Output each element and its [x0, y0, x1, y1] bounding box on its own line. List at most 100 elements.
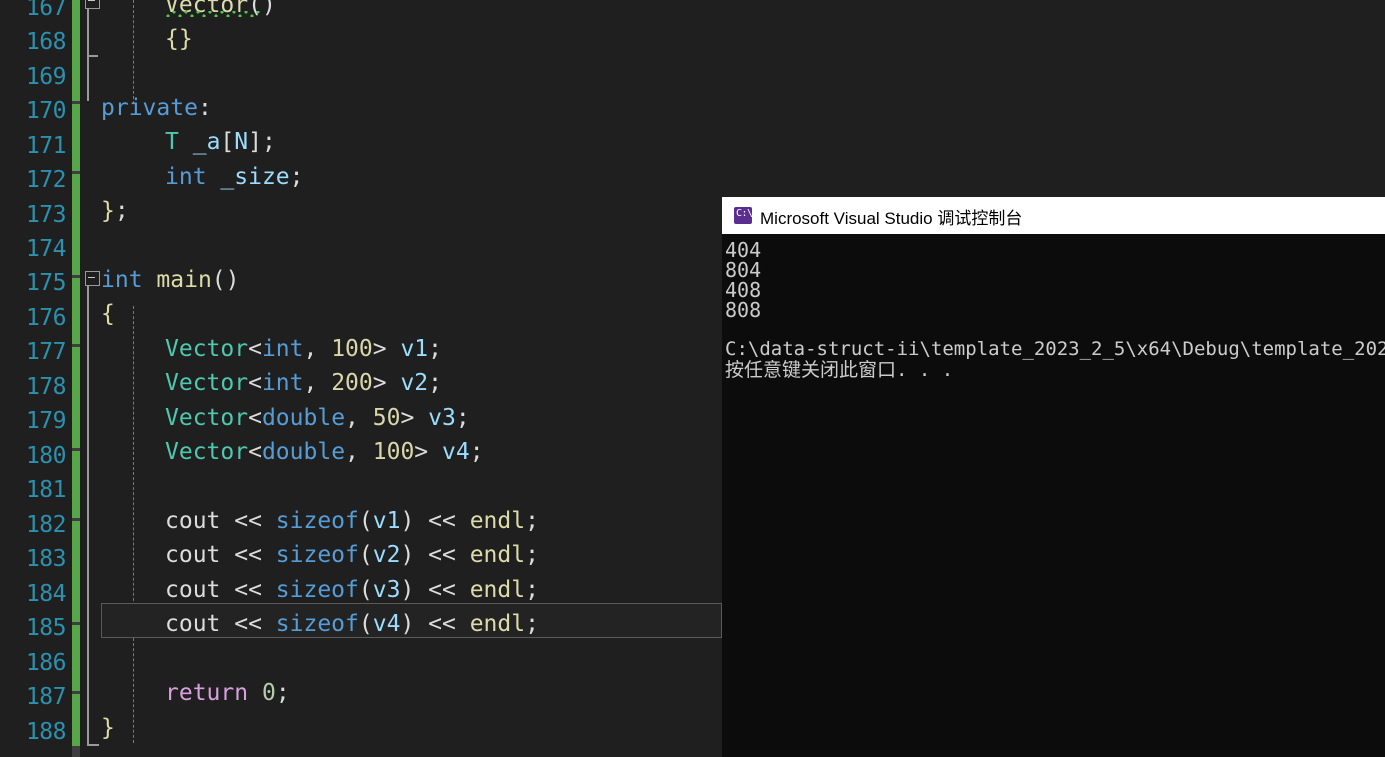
console-output-line: 404	[725, 238, 762, 262]
code-token-zero: 0	[261, 680, 276, 706]
code-token-int: int	[261, 370, 304, 396]
change-marker	[72, 104, 80, 171]
line-number: 187	[25, 684, 67, 710]
code-token-semicolon: ;	[428, 336, 443, 362]
code-line-182[interactable]: cout << sizeof(v1) << endl;	[165, 504, 539, 539]
console-output-area[interactable]: 404 804 408 808 C:\data-struct-ii\templa…	[722, 234, 1385, 757]
code-token-semicolon: ;	[289, 164, 304, 190]
line-number: 184	[25, 581, 67, 607]
code-token-sizeof: sizeof	[275, 508, 359, 534]
line-number: 169	[25, 64, 67, 90]
code-line-170[interactable]: private:	[101, 91, 212, 126]
code-token-paren-close: )	[400, 611, 429, 637]
code-line-187[interactable]: return 0;	[165, 676, 290, 711]
code-token-semicolon: ;	[455, 405, 470, 431]
indent-guide	[133, 0, 134, 104]
fold-collapse-icon[interactable]	[85, 0, 100, 9]
code-token-100: 100	[372, 439, 415, 465]
code-line-183[interactable]: cout << sizeof(v2) << endl;	[165, 538, 539, 573]
code-token-shift: <<	[428, 611, 470, 637]
code-token-100: 100	[331, 336, 373, 362]
code-line-179[interactable]: Vector<double, 50> v3;	[165, 401, 470, 436]
code-line-180[interactable]: Vector<double, 100> v4;	[165, 435, 484, 470]
code-line-188[interactable]: }	[101, 711, 115, 746]
code-line-172[interactable]: int _size;	[165, 160, 304, 195]
line-number: 183	[25, 546, 67, 572]
change-tracking-bar	[72, 0, 80, 757]
code-token-semicolon: ;	[275, 680, 290, 706]
line-number: 179	[25, 408, 67, 434]
code-token-angle-open: <	[248, 336, 262, 362]
code-token-angle-close: >	[400, 405, 429, 431]
debug-console-window[interactable]: C:\ Microsoft Visual Studio 调试控制台 404 80…	[722, 197, 1385, 757]
change-marker	[72, 278, 80, 344]
change-marker	[72, 0, 80, 101]
console-title-bar[interactable]: C:\ Microsoft Visual Studio 调试控制台	[722, 197, 1385, 234]
line-number: 177	[25, 339, 67, 365]
code-token-endl: endl	[469, 542, 526, 568]
code-token-v3: v3	[372, 577, 401, 603]
code-token-comma: ,	[345, 439, 373, 465]
line-number: 185	[25, 615, 67, 641]
code-token-semicolon: ;	[525, 508, 539, 534]
structure-guide-foot	[87, 744, 99, 746]
code-token-return: return	[165, 680, 249, 706]
code-token-braces: {}	[165, 26, 193, 52]
code-line-171[interactable]: T _a[N];	[165, 125, 276, 160]
code-line-176[interactable]: {	[101, 297, 115, 332]
line-number: 176	[25, 305, 67, 331]
code-token-v4: v4	[372, 611, 401, 637]
code-line-168[interactable]: {}	[165, 22, 193, 57]
console-icon-label: C:\	[736, 208, 753, 219]
code-token-double: double	[261, 439, 346, 465]
change-marker	[72, 625, 80, 691]
code-token-Vector: Vector	[165, 336, 249, 362]
code-token-v2: v2	[400, 370, 429, 396]
code-token-semicolon: ;	[114, 198, 129, 224]
code-token-angle-close: >	[414, 439, 442, 465]
indent-guide	[133, 638, 134, 743]
code-token-shift: <<	[234, 542, 276, 568]
code-token-main: main	[156, 267, 212, 293]
change-marker	[72, 347, 80, 448]
structure-guide-foot	[87, 55, 98, 57]
line-number: 180	[25, 443, 67, 469]
code-token-endl: endl	[469, 508, 526, 534]
code-token-Vector: Vector	[165, 405, 249, 431]
code-token-shift: <<	[234, 611, 276, 637]
code-line-184[interactable]: cout << sizeof(v3) << endl;	[165, 573, 539, 608]
code-token-comma: ,	[303, 370, 332, 396]
code-token-a: _a	[192, 129, 221, 155]
code-token-size: _size	[220, 164, 290, 190]
line-number: 175	[25, 270, 67, 296]
line-number: 188	[25, 719, 67, 745]
code-token-v1: v1	[372, 508, 401, 534]
code-token-paren-open: (	[358, 508, 373, 534]
code-token-semicolon: ;	[428, 370, 443, 396]
line-number: 178	[25, 374, 67, 400]
code-token-200: 200	[331, 370, 373, 396]
code-line-175[interactable]: int main()	[101, 263, 240, 298]
code-line-178[interactable]: Vector<int, 200> v2;	[165, 366, 442, 401]
code-line-185[interactable]: cout << sizeof(v4) << endl;	[165, 607, 539, 642]
line-number: 186	[25, 650, 67, 676]
line-number: 173	[25, 202, 67, 228]
change-marker	[72, 451, 80, 518]
code-token-cout: cout	[165, 611, 235, 637]
code-token-endl: endl	[469, 611, 526, 637]
console-app-icon: C:\	[734, 207, 753, 224]
code-token-sizeof: sizeof	[275, 542, 359, 568]
code-token-shift: <<	[234, 577, 276, 603]
code-token-cout: cout	[165, 508, 235, 534]
code-line-173[interactable]: };	[101, 194, 129, 229]
code-token-colon: :	[197, 95, 212, 121]
code-line-177[interactable]: Vector<int, 100> v1;	[165, 332, 442, 367]
code-token-Vector: Vector	[165, 370, 249, 396]
fold-collapse-icon[interactable]	[85, 271, 100, 286]
indent-guide	[133, 306, 134, 626]
code-token-v4: v4	[442, 439, 470, 465]
code-token-bracket: [	[220, 129, 235, 155]
code-token-paren-open: (	[358, 542, 373, 568]
